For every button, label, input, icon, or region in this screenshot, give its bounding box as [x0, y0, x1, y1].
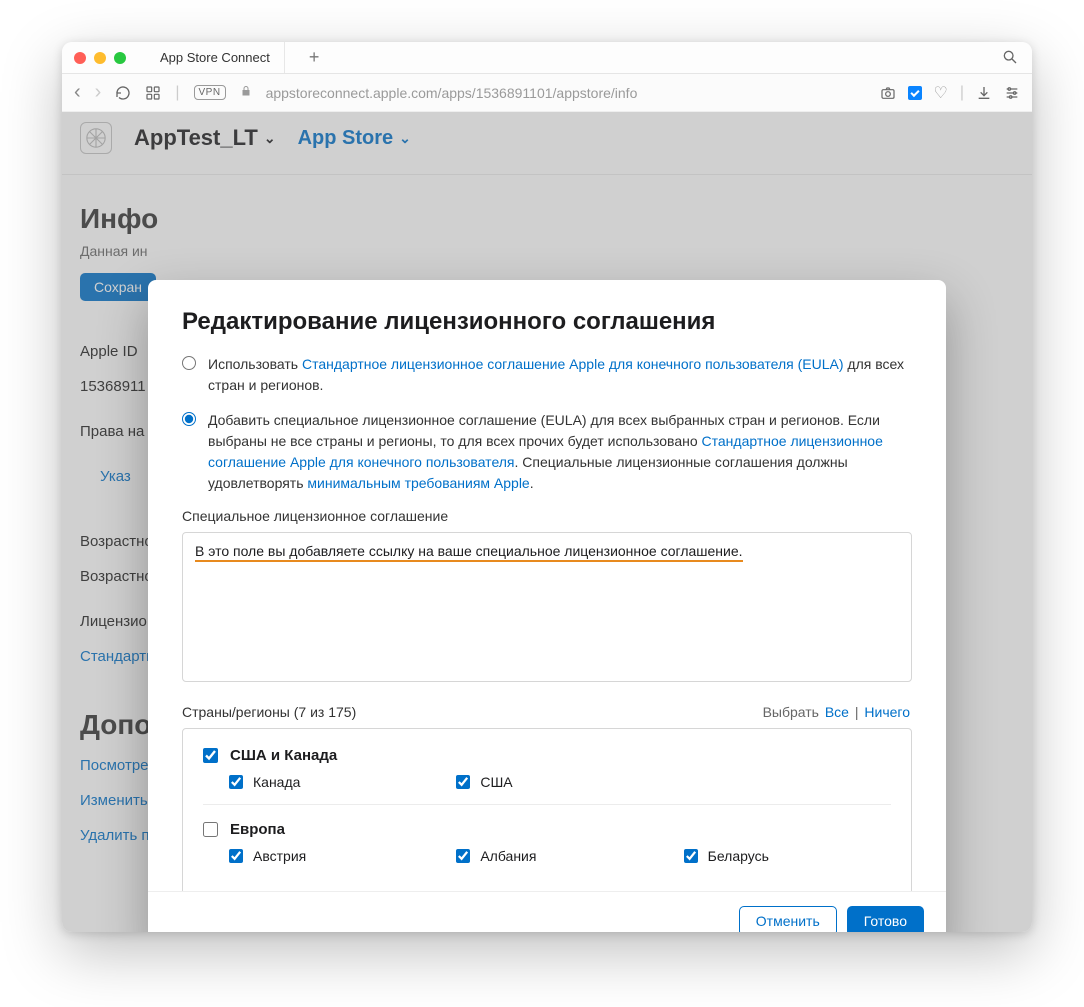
countries-header: Страны/регионы (7 из 175) Выбрать Все | …: [182, 704, 912, 720]
tab-title: App Store Connect: [160, 50, 270, 65]
country-checkbox[interactable]: [229, 849, 243, 863]
min-requirements-link[interactable]: минимальным требованиям Apple: [307, 475, 529, 491]
heart-icon[interactable]: ♡: [934, 83, 948, 103]
eula-textarea-value: В это поле вы добавляете ссылку на ваше …: [195, 543, 743, 562]
country-item[interactable]: Австрия: [229, 848, 436, 864]
toolbar: ‹ › | VPN appstoreconnect.apple.com/apps…: [62, 74, 1032, 112]
textarea-label: Специальное лицензионное соглашение: [182, 508, 912, 524]
radio-standard[interactable]: [182, 356, 196, 370]
option-custom-eula[interactable]: Добавить специальное лицензионное соглаш…: [182, 410, 912, 494]
cancel-button[interactable]: Отменить: [739, 906, 837, 932]
region-checkbox[interactable]: [203, 748, 218, 763]
modal-backdrop: Редактирование лицензионного соглашения …: [62, 112, 1032, 932]
reload-button[interactable]: [115, 85, 131, 101]
tab-overview-button[interactable]: [145, 85, 161, 101]
page: AppTest_LT ⌄ App Store ⌄ Инфо Данная ин …: [62, 112, 1032, 932]
browser-window: App Store Connect + ‹ › | VPN appstoreco…: [62, 42, 1032, 932]
settings-icon[interactable]: [1004, 85, 1020, 101]
minimize-window-button[interactable]: [94, 52, 106, 64]
window-controls: [74, 52, 126, 64]
region-row[interactable]: Европа: [203, 821, 891, 838]
region-label: Европа: [230, 821, 285, 838]
shield-icon[interactable]: [908, 86, 922, 100]
country-checkbox[interactable]: [229, 775, 243, 789]
countries-box: США и Канада Канада США: [182, 728, 912, 891]
camera-icon[interactable]: [880, 85, 896, 101]
search-icon[interactable]: [1002, 49, 1018, 68]
country-checkbox[interactable]: [684, 849, 698, 863]
country-grid: Канада США: [229, 774, 891, 790]
close-window-button[interactable]: [74, 52, 86, 64]
country-grid: Австрия Албания Беларусь: [229, 848, 891, 864]
select-all-link[interactable]: Все: [825, 704, 849, 720]
modal-footer: Отменить Готово: [148, 891, 946, 932]
modal-title: Редактирование лицензионного соглашения: [182, 308, 912, 336]
country-checkbox[interactable]: [456, 849, 470, 863]
lock-icon: [240, 85, 252, 100]
back-button[interactable]: ‹: [74, 81, 81, 104]
eula-textarea[interactable]: В это поле вы добавляете ссылку на ваше …: [182, 532, 912, 682]
option-standard-eula[interactable]: Использовать Стандартное лицензионное со…: [182, 354, 912, 396]
country-item[interactable]: США: [456, 774, 663, 790]
downloads-icon[interactable]: [976, 85, 992, 101]
titlebar: App Store Connect +: [62, 42, 1032, 74]
standard-eula-link[interactable]: Стандартное лицензионное соглашение Appl…: [302, 356, 844, 372]
region-label: США и Канада: [230, 747, 337, 764]
country-item[interactable]: Албания: [456, 848, 663, 864]
region-checkbox[interactable]: [203, 822, 218, 837]
forward-button[interactable]: ›: [95, 81, 102, 104]
select-none-link[interactable]: Ничего: [864, 704, 910, 720]
done-button[interactable]: Готово: [847, 906, 924, 932]
new-tab-button[interactable]: +: [297, 47, 332, 68]
address-bar[interactable]: appstoreconnect.apple.com/apps/153689110…: [266, 85, 866, 101]
region-row[interactable]: США и Канада: [203, 747, 891, 764]
divider: [203, 804, 891, 805]
vpn-badge: VPN: [194, 85, 226, 100]
country-item[interactable]: Беларусь: [684, 848, 891, 864]
radio-custom[interactable]: [182, 412, 196, 426]
browser-tab[interactable]: App Store Connect: [138, 42, 285, 73]
country-checkbox[interactable]: [456, 775, 470, 789]
maximize-window-button[interactable]: [114, 52, 126, 64]
eula-modal: Редактирование лицензионного соглашения …: [148, 280, 946, 932]
country-item[interactable]: Канада: [229, 774, 436, 790]
